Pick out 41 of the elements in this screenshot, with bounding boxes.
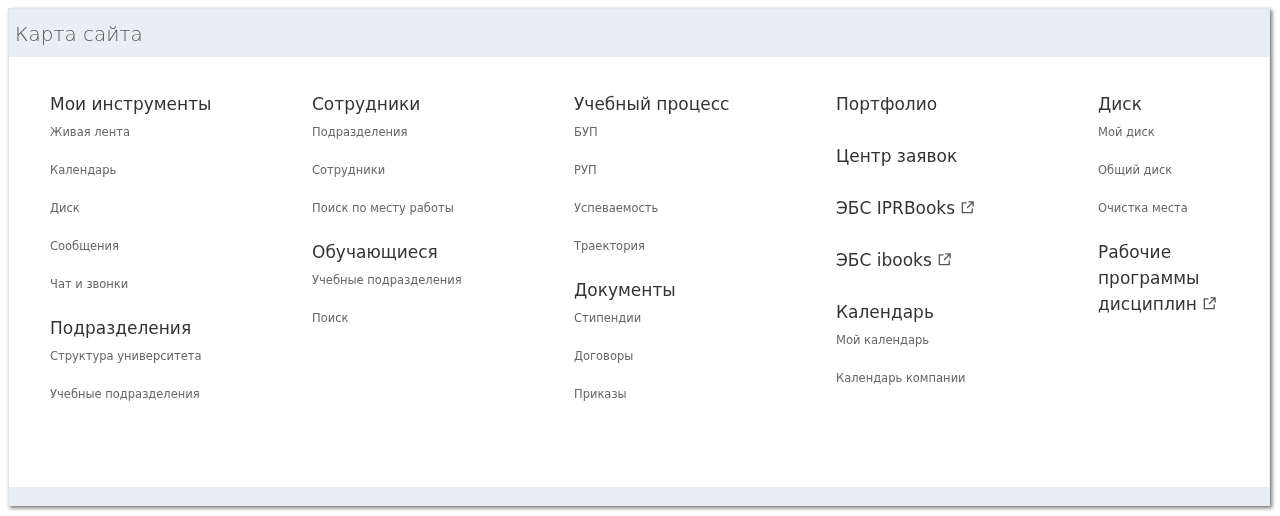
menu-link[interactable]: Календарь компании <box>836 371 966 385</box>
section-link[interactable]: Рабочие программы дисциплин <box>1098 239 1248 317</box>
section-link[interactable]: ЭБС ibooks <box>836 247 952 273</box>
section-link[interactable]: ЭБС IPRBooks <box>836 195 976 221</box>
menu-link[interactable]: Учебные подразделения <box>50 387 200 401</box>
menu-link[interactable]: Мой календарь <box>836 333 930 347</box>
menu-link[interactable]: Договоры <box>574 349 634 363</box>
section-link[interactable]: Обучающиеся <box>312 239 438 265</box>
menu-link[interactable]: Мой диск <box>1098 125 1155 139</box>
external-link-icon <box>936 252 952 267</box>
menu-link[interactable]: Общий диск <box>1098 163 1173 177</box>
menu-link[interactable]: Структура университета <box>50 349 202 363</box>
section-link[interactable]: Диск <box>1098 91 1142 117</box>
menu-link[interactable]: Успеваемость <box>574 201 659 215</box>
menu-link[interactable]: Приказы <box>574 387 627 401</box>
menu-link[interactable]: Очистка места <box>1098 201 1188 215</box>
menu-link[interactable]: Поиск <box>312 311 349 325</box>
section-link[interactable]: Мои инструменты <box>50 91 212 117</box>
menu-link[interactable]: Сообщения <box>50 239 119 253</box>
section-link[interactable]: Подразделения <box>50 315 192 341</box>
menu-link[interactable]: РУП <box>574 163 597 177</box>
page-title: Карта сайта <box>15 22 143 46</box>
menu-link[interactable]: Диск <box>50 201 80 215</box>
external-link-icon <box>960 200 976 215</box>
menu-link[interactable]: Подразделения <box>312 125 408 139</box>
menu-link[interactable]: Учебные подразделения <box>312 273 462 287</box>
section-link[interactable]: Портфолио <box>836 91 938 117</box>
section-link[interactable]: Календарь <box>836 299 934 325</box>
section-link[interactable]: Учебный процесс <box>574 91 730 117</box>
menu-link[interactable]: Поиск по месту работы <box>312 201 454 215</box>
menu-link[interactable]: Сотрудники <box>312 163 386 177</box>
section-link[interactable]: Сотрудники <box>312 91 421 117</box>
section-link[interactable]: Документы <box>574 277 676 303</box>
menu-link[interactable]: Траектория <box>574 239 645 253</box>
menu-link[interactable]: Живая лента <box>50 125 130 139</box>
menu-link[interactable]: Чат и звонки <box>50 277 129 291</box>
menu-link[interactable]: Стипендии <box>574 311 642 325</box>
section-link[interactable]: Центр заявок <box>836 143 958 169</box>
external-link-icon <box>1201 296 1217 311</box>
menu-link[interactable]: Календарь <box>50 163 117 177</box>
menu-link[interactable]: БУП <box>574 125 598 139</box>
